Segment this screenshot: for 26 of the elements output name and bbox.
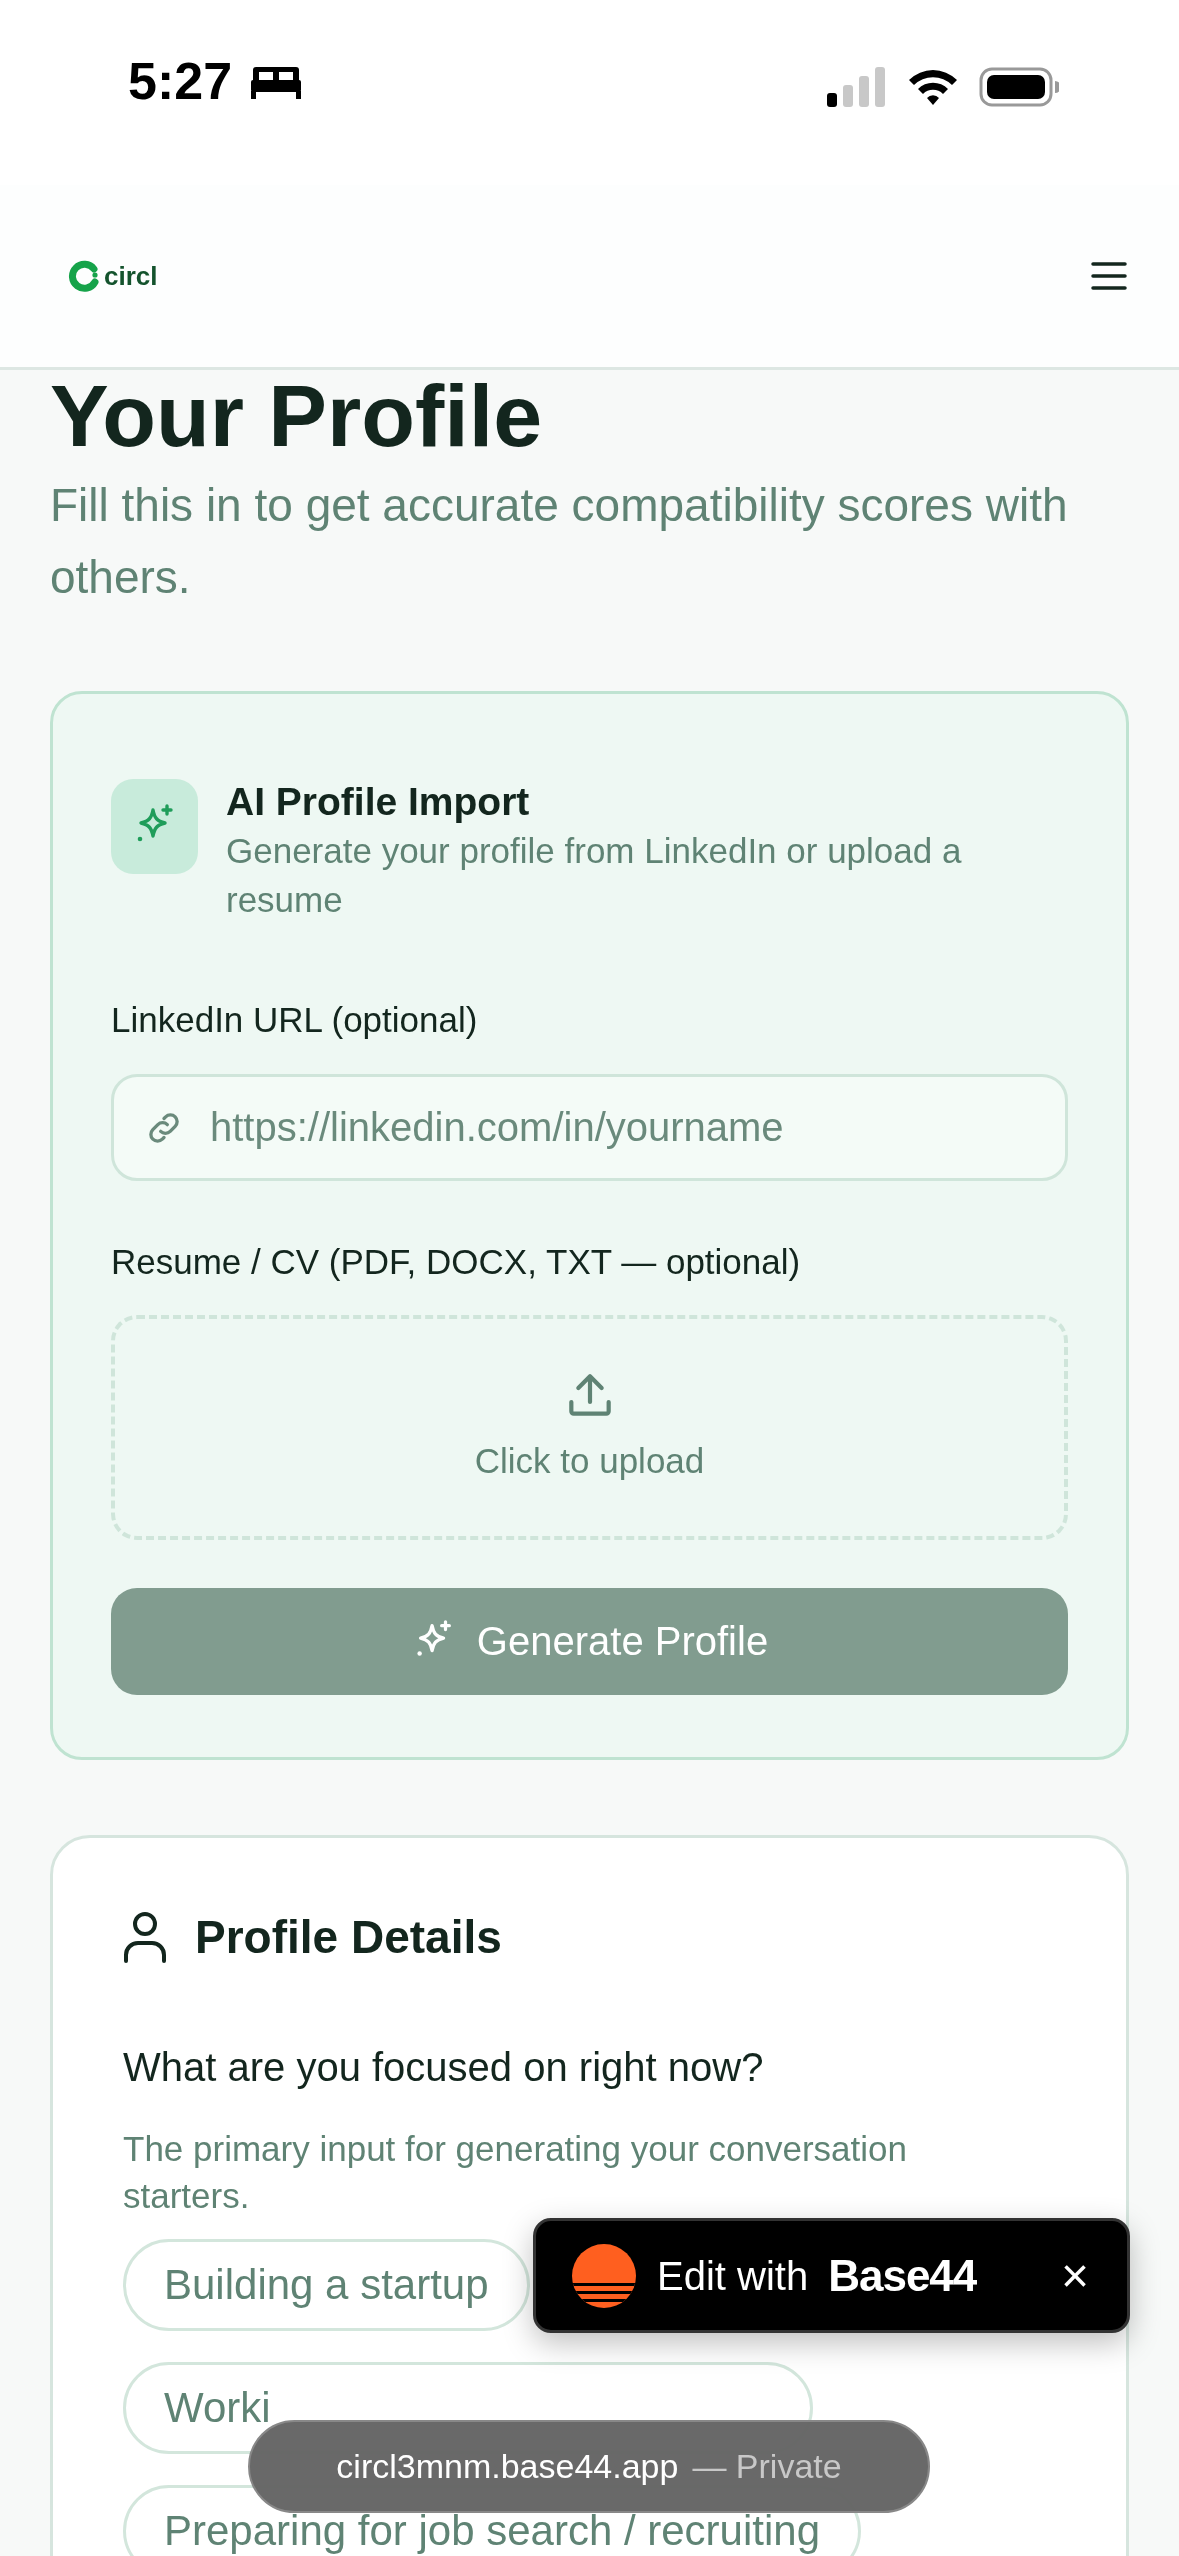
field-label: LinkedIn URL (optional) [111,998,479,1041]
badge-text: Edit with [657,2252,809,2300]
signal-icon [827,67,887,107]
question-text: What are you focused on right now? [123,2043,765,2091]
editor-badge[interactable]: Edit with Base44 × [533,2218,1130,2333]
battery-icon [979,67,1059,107]
section-title: Profile Details [195,1909,502,1965]
import-description: Generate your profile from LinkedIn or upload a resume [226,829,963,921]
help-text: The primary input for generating your conversation starters. [123,2127,908,2218]
menu-button[interactable] [1091,261,1127,291]
linkedin-url-field[interactable]: https://linkedin.com/in/yourname [111,1074,1068,1182]
close-button[interactable]: × [1052,2251,1097,2300]
import-title: AI Profile Import [226,779,531,825]
sparkle-icon [111,779,198,874]
upload-area[interactable]: Click to upload [111,1314,1068,1540]
logo-text: circl [104,259,158,293]
page-title: Your Profile [50,370,544,463]
option-chip[interactable]: Building a startup [123,2239,530,2332]
field-label: Resume / CV (PDF, DOCX, TXT — optional) [111,1241,802,1284]
person-icon [123,1911,167,1964]
upload-text: Click to upload [474,1440,705,1483]
wifi-icon [907,67,959,107]
logo-icon [68,260,100,292]
brand-name: Base44 [828,2249,977,2302]
page-subtitle: Fill this in to get accurate compatibility scores with others. [50,478,1069,605]
status-time: 5:27 [128,55,233,107]
